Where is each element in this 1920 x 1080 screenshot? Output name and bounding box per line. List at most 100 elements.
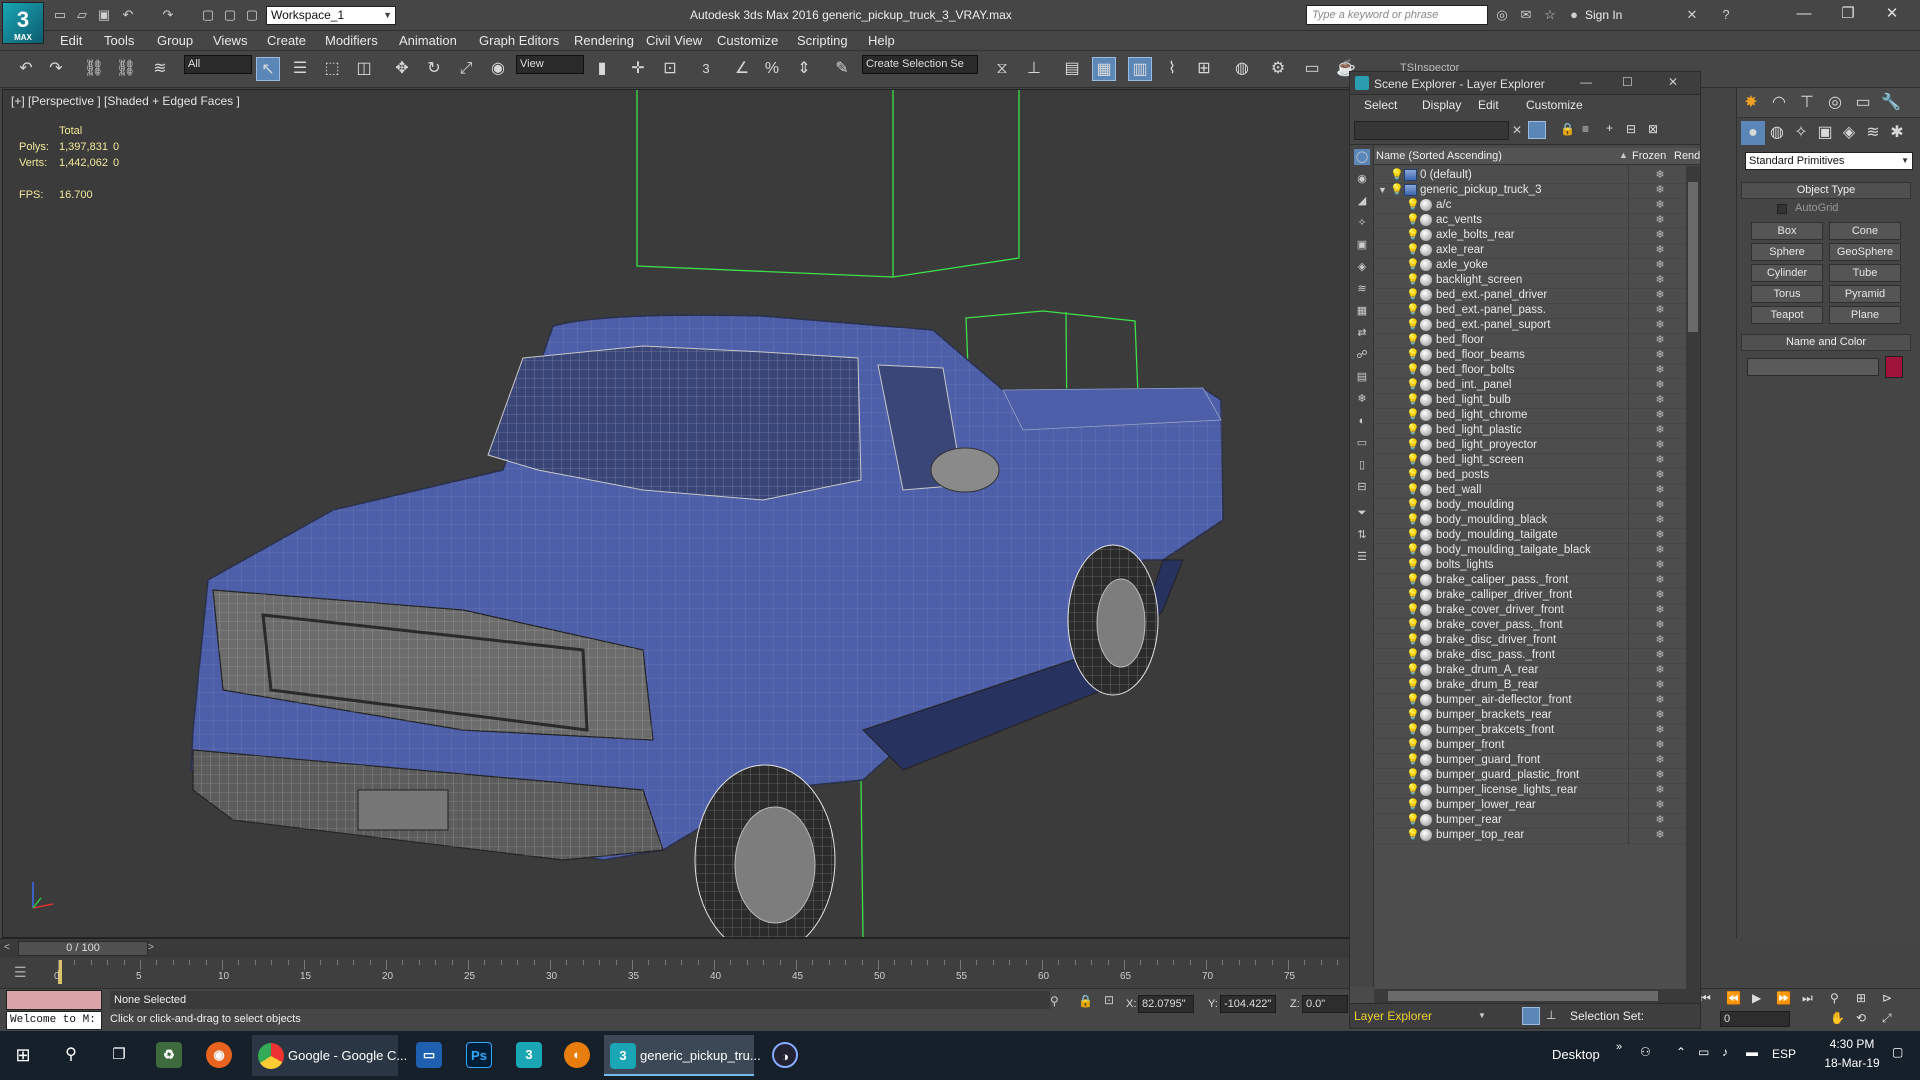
- teapot-button[interactable]: Teapot: [1751, 306, 1823, 324]
- add-to-layer-icon[interactable]: +: [1606, 121, 1613, 135]
- new-file-icon[interactable]: ▭: [52, 7, 68, 23]
- clock-time[interactable]: 4:30 PM: [1822, 1037, 1882, 1051]
- render-setup-icon[interactable]: ⚙: [1266, 57, 1290, 81]
- action-center-icon[interactable]: ▢: [1892, 1045, 1903, 1059]
- systems-icon[interactable]: ✱: [1885, 121, 1909, 145]
- go-to-start-icon[interactable]: ⏮: [1700, 991, 1711, 1006]
- lock-icon[interactable]: 🔒: [1560, 122, 1575, 136]
- maximize-icon[interactable]: ☐: [1622, 75, 1633, 89]
- link-icon[interactable]: ⛓: [82, 57, 106, 81]
- prev-frame-icon[interactable]: <: [4, 942, 10, 953]
- material-editor-icon[interactable]: ◍: [1230, 57, 1254, 81]
- restore-button[interactable]: ❐: [1826, 3, 1870, 27]
- lights-icon[interactable]: ✧: [1789, 121, 1813, 145]
- motion-tab-icon[interactable]: ◎: [1823, 91, 1847, 115]
- shapes-icon[interactable]: ◍: [1765, 121, 1789, 145]
- project-folder-icon[interactable]: ▢: [244, 7, 260, 23]
- selection-filter-dropdown[interactable]: All: [184, 55, 252, 74]
- menu-modifiers[interactable]: Modifiers: [325, 33, 378, 48]
- se-menu-select[interactable]: Select: [1364, 98, 1397, 112]
- 3dsmax-pinned-icon[interactable]: 3: [516, 1042, 542, 1068]
- object-row[interactable]: 💡 bumper_top_rear ❄: [1374, 826, 1686, 844]
- window-crossing-icon[interactable]: ◫: [352, 57, 376, 81]
- prev-key-icon[interactable]: ⏪: [1726, 991, 1741, 1005]
- plane-button[interactable]: Plane: [1829, 306, 1901, 324]
- geometry-filter-icon[interactable]: ◉: [1354, 171, 1370, 187]
- language-indicator[interactable]: ESP: [1772, 1047, 1796, 1061]
- frozen-filter-icon[interactable]: ❄: [1354, 391, 1370, 407]
- box-button[interactable]: Box: [1751, 222, 1823, 240]
- invert-filter-icon[interactable]: ⊟: [1354, 479, 1370, 495]
- keyboard-shortcut-override-icon[interactable]: ⊡: [658, 57, 682, 81]
- volume-icon[interactable]: ♪: [1722, 1045, 1728, 1059]
- clear-search-icon[interactable]: ✕: [1512, 123, 1522, 137]
- helpers-icon[interactable]: ◈: [1837, 121, 1861, 145]
- application-menu-button[interactable]: 3 MAX: [2, 2, 44, 44]
- search-icon[interactable]: ⚲: [58, 1042, 84, 1068]
- next-frame-icon[interactable]: >: [148, 942, 154, 953]
- close-button[interactable]: ✕: [1870, 3, 1914, 27]
- close-icon[interactable]: ✕: [1668, 75, 1678, 89]
- track-bar[interactable]: ☰ 05101520253035404550556065707580: [0, 958, 1437, 988]
- name-and-color-rollout[interactable]: Name and Color: [1741, 334, 1911, 351]
- cone-button[interactable]: Cone: [1829, 222, 1901, 240]
- go-to-end-icon[interactable]: ⏭: [1802, 991, 1813, 1006]
- menu-animation[interactable]: Animation: [399, 33, 457, 48]
- create-tab-icon[interactable]: ✸: [1739, 91, 1763, 115]
- filter-funnel-icon[interactable]: ⏷: [1354, 505, 1370, 521]
- vertical-scrollbar[interactable]: [1686, 166, 1700, 989]
- se-menu-customize[interactable]: Customize: [1526, 98, 1583, 112]
- app-icon-1[interactable]: ♻: [156, 1042, 182, 1068]
- taskbar-chrome[interactable]: Google - Google C...: [252, 1035, 407, 1076]
- current-frame-field[interactable]: 0: [1720, 1011, 1790, 1027]
- people-icon[interactable]: ⚇: [1640, 1045, 1651, 1059]
- rotate-icon[interactable]: ↻: [422, 57, 446, 81]
- menu-edit[interactable]: Edit: [60, 33, 82, 48]
- minimize-icon[interactable]: —: [1580, 75, 1592, 89]
- utilities-tab-icon[interactable]: 🔧: [1879, 91, 1903, 115]
- file-explorer-icon[interactable]: ▭: [416, 1042, 442, 1068]
- minimize-button[interactable]: —: [1782, 3, 1826, 27]
- desktop-toolbar[interactable]: Desktop: [1552, 1047, 1600, 1062]
- play-icon[interactable]: ▶: [1752, 991, 1761, 1005]
- keyword-search-input[interactable]: Type a keyword or phrase: [1306, 5, 1488, 25]
- absolute-mode-icon[interactable]: ⊡: [1104, 993, 1114, 1007]
- menu-scripting[interactable]: Scripting: [797, 33, 848, 48]
- se-menu-display[interactable]: Display: [1422, 98, 1461, 112]
- rendered-frame-icon[interactable]: ▭: [1300, 57, 1324, 81]
- hidden-filter-icon[interactable]: ◐: [1354, 413, 1370, 429]
- menu-graph-editors[interactable]: Graph Editors: [479, 33, 559, 48]
- primitive-type-dropdown[interactable]: Standard Primitives ▼: [1745, 152, 1913, 170]
- sort-icon[interactable]: ⇅: [1354, 527, 1370, 543]
- zoom-icon[interactable]: ⚲: [1830, 991, 1839, 1005]
- bind-space-warp-icon[interactable]: ≋: [148, 57, 172, 81]
- maxscript-listener-pink[interactable]: [6, 990, 102, 1010]
- firefox-icon[interactable]: ◉: [206, 1042, 232, 1068]
- redo-icon[interactable]: ↷: [160, 7, 176, 23]
- favorites-star-icon[interactable]: ☆: [1542, 7, 1558, 23]
- hold-icon[interactable]: ▢: [200, 7, 216, 23]
- select-icon[interactable]: [1528, 121, 1546, 139]
- mirror-icon[interactable]: ⧖: [990, 57, 1014, 81]
- isolate-selection-icon[interactable]: ⚲: [1050, 994, 1059, 1008]
- menu-help[interactable]: Help: [868, 33, 895, 48]
- angle-snap-icon[interactable]: ∠: [730, 57, 754, 81]
- task-view-icon[interactable]: ❐: [106, 1042, 132, 1068]
- clock-date[interactable]: 18-Mar-19: [1822, 1056, 1882, 1070]
- object-name-field[interactable]: [1747, 358, 1879, 376]
- menu-tools[interactable]: Tools: [104, 33, 134, 48]
- select-manipulate-icon[interactable]: ✛: [626, 57, 650, 81]
- explorer-type-dropdown[interactable]: Layer Explorer: [1354, 1009, 1432, 1023]
- pan-icon[interactable]: ✋: [1830, 1011, 1845, 1025]
- photoshop-icon[interactable]: Ps: [466, 1042, 492, 1068]
- hscrollbar-thumb[interactable]: [1388, 991, 1658, 1001]
- create-layer-icon[interactable]: ≡: [1582, 122, 1589, 136]
- workspace-dropdown[interactable]: Workspace_1 ▼: [266, 6, 396, 25]
- fetch-icon[interactable]: ▢: [222, 7, 238, 23]
- menu-create[interactable]: Create: [267, 33, 306, 48]
- select-layer-icon[interactable]: ⊠: [1648, 122, 1658, 136]
- containers-filter-icon[interactable]: ▤: [1354, 369, 1370, 385]
- geosphere-button[interactable]: GeoSphere: [1829, 243, 1901, 261]
- time-slider-thumb[interactable]: 0 / 100: [18, 941, 148, 956]
- object-color-swatch[interactable]: [1885, 356, 1903, 378]
